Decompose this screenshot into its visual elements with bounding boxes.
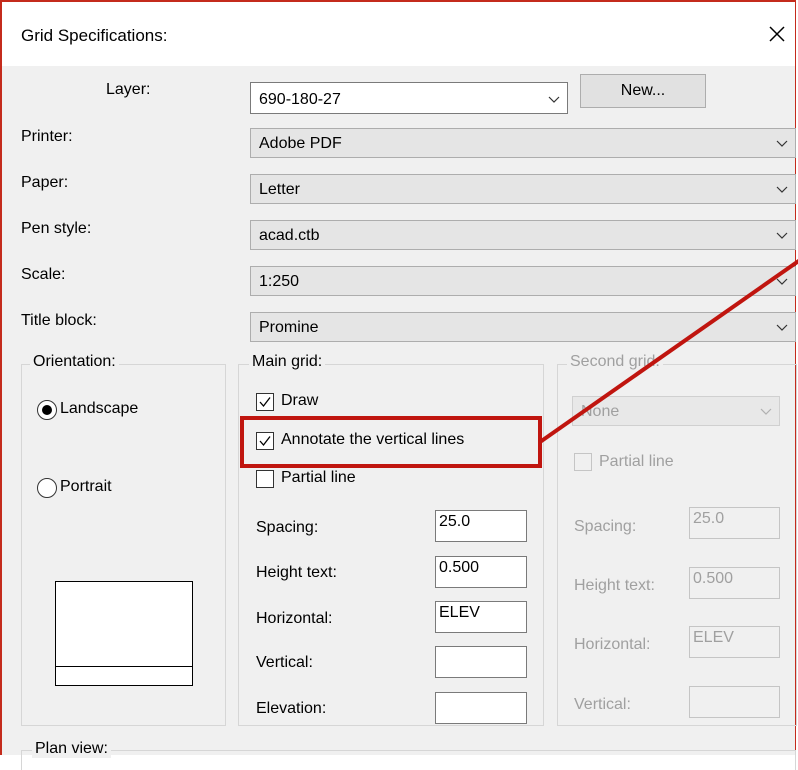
- spacing-input[interactable]: 25.0: [435, 510, 527, 542]
- partial-line-checkbox[interactable]: [256, 470, 274, 488]
- checkmark-icon: [259, 397, 271, 408]
- printer-select[interactable]: Adobe PDF: [250, 128, 796, 158]
- horizontal-input[interactable]: ELEV: [435, 601, 527, 633]
- pen-style-select[interactable]: acad.ctb: [250, 220, 796, 250]
- portrait-radio[interactable]: [37, 478, 57, 498]
- second-spacing-input[interactable]: 25.0: [689, 507, 780, 539]
- window-title: Grid Specifications:: [21, 26, 168, 45]
- landscape-label[interactable]: Landscape: [60, 400, 138, 418]
- annotation-highlight-box: [240, 416, 542, 468]
- printer-label: Printer:: [21, 128, 73, 145]
- grid-specifications-dialog: Grid Specifications: Layer: 690-180-27 N…: [0, 0, 798, 770]
- title-block-select[interactable]: Promine: [250, 312, 796, 342]
- second-spacing-label: Spacing:: [574, 518, 637, 535]
- chevron-down-icon: [776, 278, 788, 285]
- layer-select[interactable]: 690-180-27: [250, 82, 568, 114]
- orientation-title: Orientation:: [30, 353, 119, 371]
- new-layer-button[interactable]: New...: [580, 74, 706, 108]
- printer-value: Adobe PDF: [259, 135, 342, 152]
- partial-line-label[interactable]: Partial line: [281, 469, 356, 487]
- horizontal-label: Horizontal:: [256, 610, 333, 627]
- chevron-down-icon: [548, 96, 560, 103]
- portrait-label[interactable]: Portrait: [60, 478, 112, 496]
- second-grid-select[interactable]: None: [572, 396, 780, 426]
- draw-label[interactable]: Draw: [281, 392, 318, 410]
- second-grid-select-value: None: [581, 403, 620, 420]
- close-button[interactable]: [762, 19, 792, 49]
- chevron-down-icon: [760, 408, 772, 415]
- second-spacing-value: 25.0: [693, 510, 725, 527]
- landscape-radio[interactable]: [37, 400, 57, 420]
- second-vertical-label: Vertical:: [574, 696, 631, 713]
- second-horizontal-label: Horizontal:: [574, 636, 651, 653]
- new-button-label: New...: [620, 82, 666, 99]
- height-text-value: 0.500: [439, 559, 480, 576]
- elevation-input[interactable]: [435, 692, 527, 724]
- horizontal-value: ELEV: [439, 604, 480, 621]
- second-horizontal-input[interactable]: ELEV: [689, 626, 780, 658]
- layer-value: 690-180-27: [259, 91, 341, 108]
- paper-label: Paper:: [21, 174, 69, 191]
- spacing-value: 25.0: [439, 513, 471, 530]
- title-block-label: Title block:: [21, 312, 97, 329]
- main-grid-title: Main grid:: [249, 353, 326, 371]
- vertical-label: Vertical:: [256, 654, 313, 671]
- chevron-down-icon: [776, 186, 788, 193]
- plan-view-group: [21, 750, 796, 770]
- pen-style-value: acad.ctb: [259, 227, 320, 244]
- scale-select[interactable]: 1:250: [250, 266, 796, 296]
- second-height-text-value: 0.500: [693, 570, 734, 587]
- title-block-value: Promine: [259, 319, 319, 336]
- elevation-label: Elevation:: [256, 700, 327, 717]
- second-grid-title: Second grid:: [567, 353, 663, 371]
- second-horizontal-value: ELEV: [693, 629, 734, 646]
- vertical-input[interactable]: [435, 646, 527, 678]
- height-text-label: Height text:: [256, 564, 337, 581]
- chevron-down-icon: [776, 140, 788, 147]
- chevron-down-icon: [776, 324, 788, 331]
- second-height-text-label: Height text:: [574, 577, 655, 594]
- plan-view-title: Plan view:: [32, 740, 111, 758]
- draw-checkbox[interactable]: [256, 393, 274, 411]
- orientation-preview: [55, 581, 193, 686]
- title-bar: Grid Specifications:: [2, 2, 795, 66]
- spacing-label: Spacing:: [256, 519, 319, 536]
- close-icon: [769, 26, 785, 42]
- height-text-input[interactable]: 0.500: [435, 556, 527, 588]
- layer-label: Layer:: [106, 81, 151, 98]
- second-partial-line-checkbox[interactable]: [574, 453, 592, 471]
- pen-style-label: Pen style:: [21, 220, 92, 237]
- paper-value: Letter: [259, 181, 300, 198]
- paper-select[interactable]: Letter: [250, 174, 796, 204]
- second-partial-line-label[interactable]: Partial line: [599, 453, 674, 471]
- second-height-text-input[interactable]: 0.500: [689, 567, 780, 599]
- scale-label: Scale:: [21, 266, 66, 283]
- second-vertical-input[interactable]: [689, 686, 780, 718]
- chevron-down-icon: [776, 232, 788, 239]
- scale-value: 1:250: [259, 273, 300, 290]
